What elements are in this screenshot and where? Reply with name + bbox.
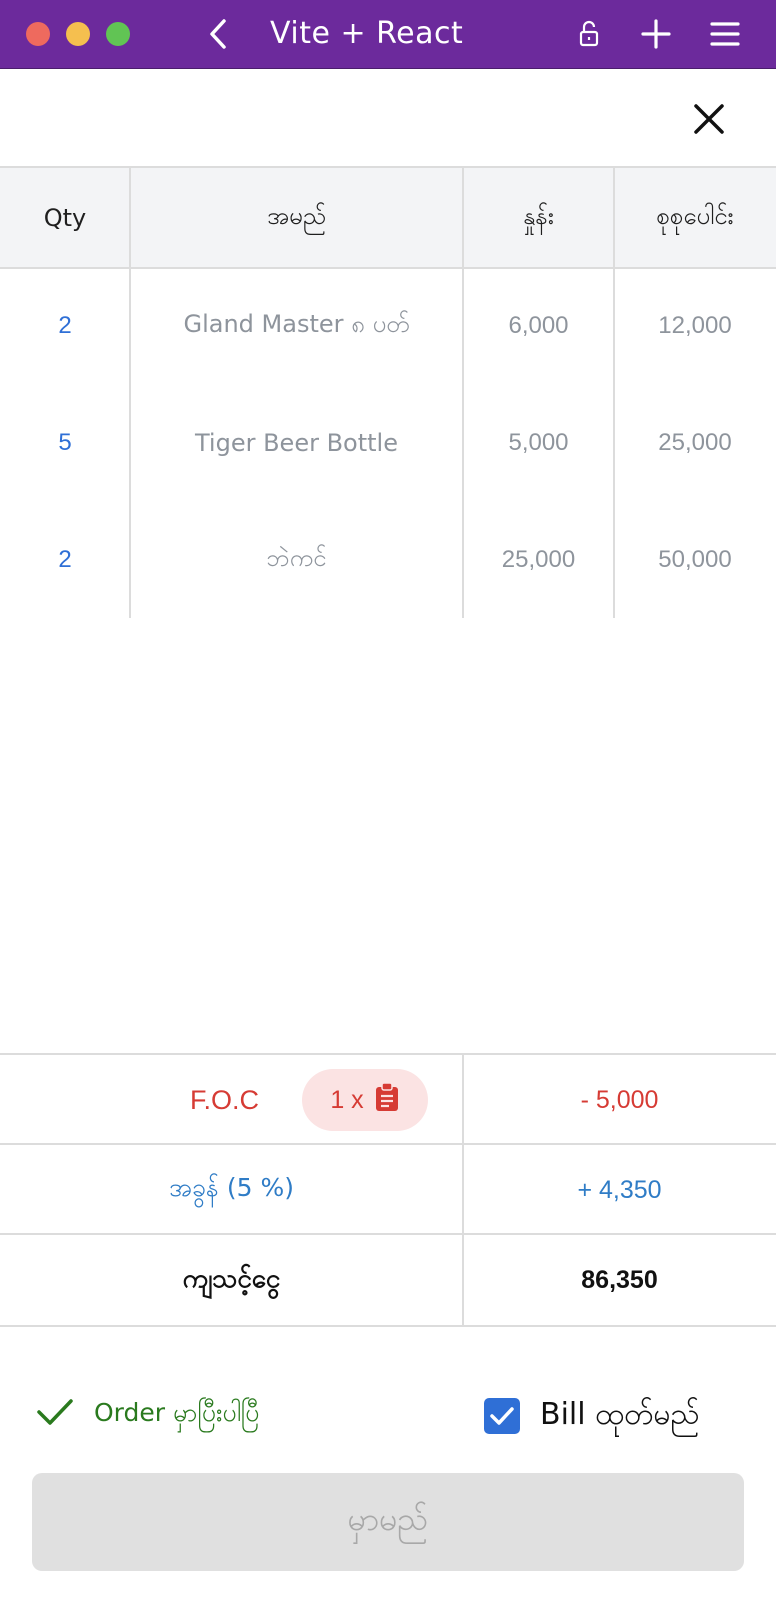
print-bill-toggle[interactable]: Bill ထုတ်မည် xyxy=(484,1395,699,1437)
chevron-left-icon[interactable] xyxy=(204,14,234,54)
header-qty: Qty xyxy=(43,203,87,232)
window-minimize-dot[interactable] xyxy=(66,22,90,46)
total-row: ကျသင့်ငွေ 86,350 xyxy=(0,1233,776,1327)
total-amount: 86,350 xyxy=(581,1265,658,1294)
check-icon xyxy=(36,1397,74,1433)
table-header: Qty အမည် နှုန်း စုစုပေါင်း xyxy=(0,166,776,269)
order-submit-button[interactable]: မှာမည် xyxy=(32,1473,744,1571)
title-bar: Vite + React xyxy=(0,0,776,69)
clipboard-icon xyxy=(374,1081,400,1119)
table-row[interactable]: 2 Gland Master ၈ ပတ် 6,000 12,000 xyxy=(0,267,776,384)
window-maximize-dot[interactable] xyxy=(106,22,130,46)
header-name: အမည် xyxy=(267,201,326,230)
row-qty[interactable]: 2 xyxy=(0,501,130,618)
row-qty[interactable]: 5 xyxy=(0,384,130,501)
order-status: Order မှာပြီးပါပြီ xyxy=(36,1395,259,1435)
row-price: 5,000 xyxy=(508,428,569,456)
row-qty[interactable]: 2 xyxy=(0,267,130,384)
foc-count: 1 x xyxy=(330,1085,364,1114)
plus-icon[interactable] xyxy=(638,16,674,52)
tax-label: အခွန် (5 %) xyxy=(168,1172,294,1202)
row-price: 6,000 xyxy=(508,311,569,339)
row-total: 12,000 xyxy=(658,311,732,339)
order-status-text: Order မှာပြီးပါပြီ xyxy=(94,1397,260,1427)
row-name: Tiger Beer Bottle xyxy=(195,428,398,457)
total-label: ကျသင့်ငွေ xyxy=(182,1263,281,1294)
bill-checkbox[interactable] xyxy=(484,1398,520,1434)
summary-divider xyxy=(462,1053,464,1325)
table-row[interactable]: 2 ဘဲကင် 25,000 50,000 xyxy=(0,501,776,618)
unlock-icon[interactable] xyxy=(572,16,608,52)
app-window: Vite + React Qty အမည် နှုန်း စုစုပေါင်း … xyxy=(0,0,776,1608)
header-total: စုစုပေါင်း xyxy=(656,201,734,230)
row-name: Gland Master ၈ ပတ် xyxy=(183,309,410,338)
table-row[interactable]: 5 Tiger Beer Bottle 5,000 25,000 xyxy=(0,384,776,501)
foc-row: F.O.C 1 x - 5,000 xyxy=(0,1053,776,1145)
row-total: 25,000 xyxy=(658,428,732,456)
foc-label: F.O.C xyxy=(190,1084,260,1115)
header-price: နှုန်း xyxy=(523,201,554,230)
tax-amount: + 4,350 xyxy=(577,1175,662,1204)
hamburger-menu-icon[interactable] xyxy=(707,16,743,52)
close-icon[interactable] xyxy=(690,100,728,138)
window-title: Vite + React xyxy=(270,16,464,51)
window-close-dot[interactable] xyxy=(26,22,50,46)
foc-amount: - 5,000 xyxy=(580,1085,659,1114)
bill-label: Bill ထုတ်မည် xyxy=(540,1396,700,1432)
tax-row: အခွန် (5 %) + 4,350 xyxy=(0,1143,776,1235)
row-name: ဘဲကင် xyxy=(266,543,327,572)
row-total: 50,000 xyxy=(658,545,732,573)
foc-quantity-button[interactable]: 1 x xyxy=(302,1069,428,1131)
row-price: 25,000 xyxy=(501,545,576,573)
